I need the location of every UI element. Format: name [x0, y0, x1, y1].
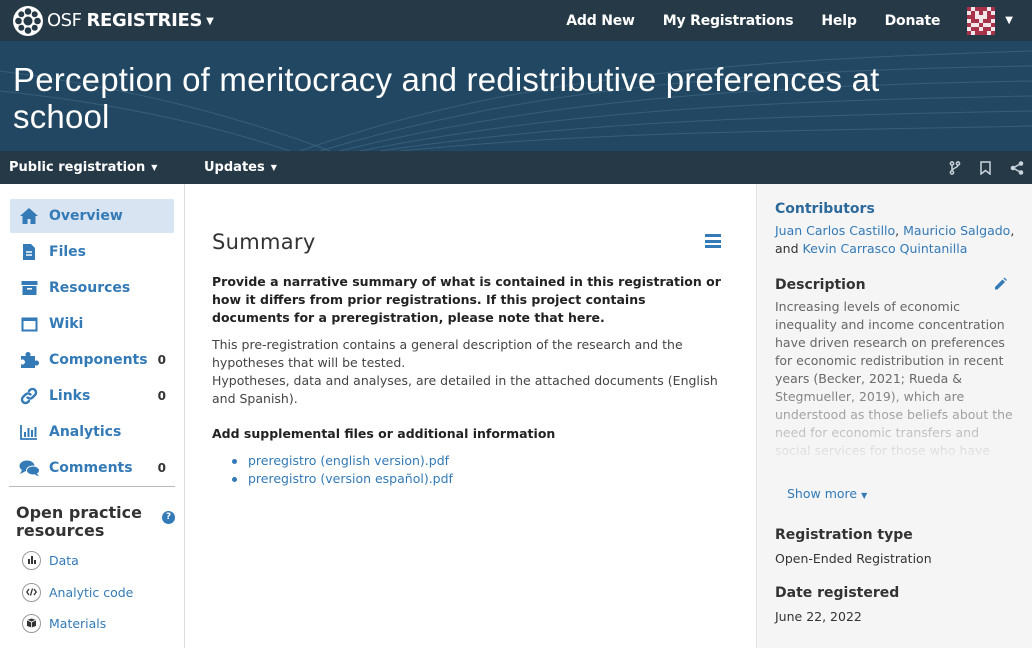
share-icon[interactable]: [1001, 151, 1032, 184]
hamburger-menu-icon[interactable]: [705, 234, 721, 248]
add-new-link[interactable]: Add New: [566, 13, 635, 29]
sidebar-item-files[interactable]: Files: [10, 235, 174, 269]
donate-link[interactable]: Donate: [885, 13, 941, 29]
sidebar-item-wiki[interactable]: Wiki: [10, 307, 174, 341]
contributors-heading[interactable]: Contributors: [775, 201, 875, 217]
comments-count: 0: [157, 461, 166, 475]
brand-menu[interactable]: OSF REGISTRIES ▼: [12, 0, 214, 41]
open-practice-label: Data: [49, 552, 79, 568]
comments-icon: [18, 457, 40, 479]
link-icon: [18, 385, 40, 407]
fork-icon[interactable]: [939, 151, 970, 184]
chevron-down-icon[interactable]: ▼: [1005, 15, 1013, 26]
chevron-down-icon: ▼: [206, 16, 214, 27]
registration-type-value: Open-Ended Registration: [775, 551, 932, 566]
chevron-down-icon: ▼: [270, 163, 277, 172]
sidebar-item-components[interactable]: Components 0: [10, 343, 174, 377]
brand-osf: OSF: [47, 10, 82, 31]
main-content: Summary Provide a narrative summary of w…: [186, 184, 756, 648]
date-registered-value: June 22, 2022: [775, 609, 862, 624]
my-registrations-link[interactable]: My Registrations: [663, 13, 794, 29]
data-icon: [22, 550, 41, 570]
puzzle-icon: [18, 349, 40, 371]
summary-answer: This pre-registration contains a general…: [212, 336, 732, 408]
summary-answer-paragraph: This pre-registration contains a general…: [212, 337, 683, 370]
open-practice-data[interactable]: Data: [22, 550, 79, 570]
updates-dropdown[interactable]: Updates ▼: [204, 160, 277, 175]
brand-registries: REGISTRIES: [86, 10, 203, 31]
sidebar-item-label: Links: [49, 388, 91, 404]
contributor-link[interactable]: Kevin Carrasco Quintanilla: [803, 241, 968, 256]
contributor-separator: ,: [895, 223, 900, 238]
open-practice-materials[interactable]: Materials: [22, 613, 106, 633]
open-practice-analytic-code[interactable]: Analytic code: [22, 582, 133, 602]
public-registration-dropdown[interactable]: Public registration ▼: [9, 160, 157, 175]
metadata-panel: Contributors Juan Carlos Castillo, Mauri…: [756, 184, 1032, 648]
description-fade: [757, 379, 1032, 479]
summary-title: Summary: [212, 230, 316, 254]
help-link[interactable]: Help: [821, 13, 856, 29]
materials-icon: [22, 613, 41, 633]
page-title: Perception of meritocracy and redistribu…: [13, 61, 880, 135]
sidebar-item-label: Analytics: [49, 424, 122, 440]
sidebar-item-label: Files: [49, 244, 86, 260]
sidebar-item-label: Components: [49, 352, 148, 368]
sidebar-item-overview[interactable]: Overview: [10, 199, 174, 233]
sidebar-item-analytics[interactable]: Analytics: [10, 415, 174, 449]
left-sidebar: Overview Files Resources Wiki Components…: [0, 184, 185, 648]
chevron-down-icon: ▼: [151, 163, 158, 172]
help-icon[interactable]: ?: [162, 511, 175, 524]
sidebar-item-label: Wiki: [49, 316, 84, 332]
components-count: 0: [157, 353, 166, 367]
registration-type-heading: Registration type: [775, 527, 913, 543]
sidebar-item-links[interactable]: Links 0: [10, 379, 174, 413]
bookmark-icon[interactable]: [970, 151, 1001, 184]
contributor-link[interactable]: Mauricio Salgado: [903, 223, 1010, 238]
bar-chart-icon: [18, 421, 40, 443]
supplemental-files-question: Add supplemental files or additional inf…: [212, 426, 556, 441]
contributors-list: Juan Carlos Castillo, Mauricio Salgado, …: [775, 222, 1015, 258]
window-icon: [18, 313, 40, 335]
open-practice-label: Materials: [49, 615, 107, 631]
date-registered-heading: Date registered: [775, 585, 900, 601]
sidebar-item-label: Resources: [49, 280, 131, 296]
registration-subbar: Public registration ▼ Updates ▼: [0, 151, 1032, 184]
contributor-link[interactable]: Juan Carlos Castillo: [775, 223, 895, 238]
sidebar-item-resources[interactable]: Resources: [10, 271, 174, 305]
file-list: preregistro (english version).pdf prereg…: [232, 452, 453, 488]
show-more-label: Show more: [787, 486, 858, 501]
chevron-down-icon: ▼: [861, 491, 868, 500]
osf-logo-icon: [13, 5, 43, 36]
file-icon: [18, 241, 40, 263]
file-link[interactable]: preregistro (version español).pdf: [232, 470, 453, 488]
file-link[interactable]: preregistro (english version).pdf: [232, 452, 453, 470]
user-avatar[interactable]: [967, 6, 996, 35]
sidebar-divider: [9, 486, 175, 487]
archive-icon: [18, 277, 40, 299]
sidebar-item-comments[interactable]: Comments 0: [10, 451, 174, 485]
code-icon: [22, 582, 41, 602]
summary-answer-paragraph: Hypotheses, data and analyses, are detai…: [212, 373, 718, 406]
open-practice-label: Analytic code: [49, 584, 134, 600]
sidebar-item-label: Comments: [49, 460, 133, 476]
public-registration-label: Public registration: [9, 160, 146, 175]
description-heading: Description: [775, 277, 866, 293]
show-more-button[interactable]: Show more ▼: [787, 486, 867, 501]
open-practice-title: Open practice resources: [16, 503, 142, 540]
top-navbar: OSF REGISTRIES ▼ Add New My Registration…: [0, 0, 1032, 41]
summary-question: Provide a narrative summary of what is c…: [212, 274, 721, 325]
pencil-icon[interactable]: [993, 277, 1007, 291]
sidebar-item-label: Overview: [49, 208, 123, 224]
title-banner: Perception of meritocracy and redistribu…: [0, 41, 1032, 151]
home-icon: [18, 205, 40, 227]
updates-label: Updates: [204, 160, 265, 175]
links-count: 0: [157, 389, 166, 403]
